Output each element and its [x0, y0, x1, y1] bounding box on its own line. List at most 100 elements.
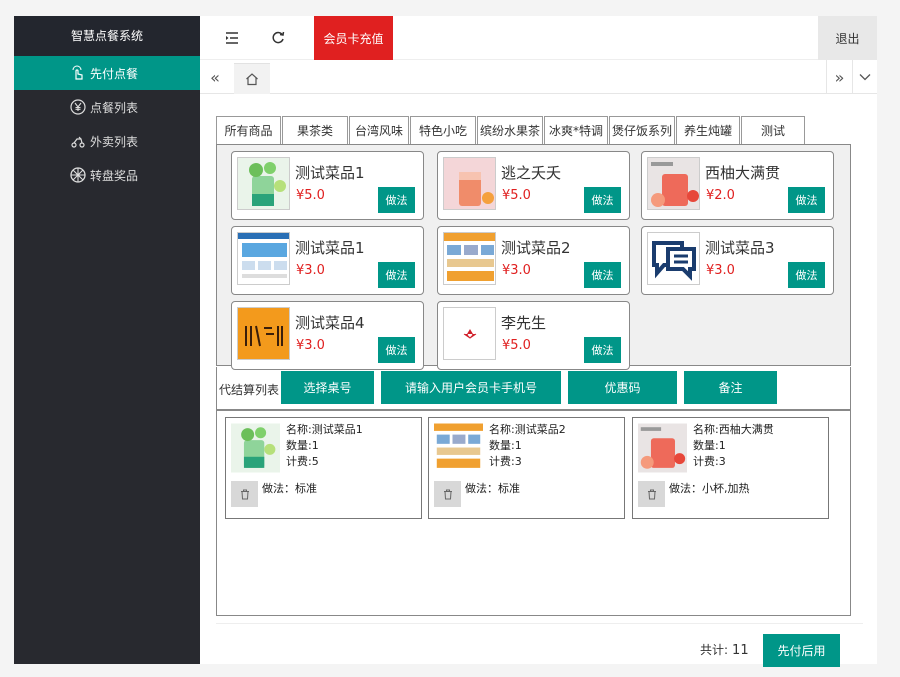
prepay-submit-button[interactable]: 先付后用: [763, 634, 840, 667]
tabs-dropdown-button[interactable]: [852, 60, 877, 94]
hand-tap-icon: [70, 65, 86, 81]
menu-item-card[interactable]: 西柚大满贯 ¥2.0 做法: [641, 151, 834, 220]
sidebar-item-order-list[interactable]: 点餐列表: [14, 90, 200, 124]
dish-name: 测试菜品1: [295, 164, 365, 182]
order-item-name: 名称:测试菜品1: [286, 423, 363, 436]
menu-item-card[interactable]: 逃之夭夭 ¥5.0 做法: [437, 151, 630, 220]
tab-category-iced-special[interactable]: 冰爽*特调: [544, 116, 608, 144]
refresh-button[interactable]: [264, 16, 292, 60]
menu-item-card[interactable]: 测试菜品1 ¥3.0 做法: [231, 226, 424, 295]
dish-image: [647, 157, 700, 210]
footer-divider: [216, 623, 863, 624]
tab-category-stew[interactable]: 养生炖罐: [676, 116, 740, 144]
wheel-icon: [70, 167, 86, 183]
order-total: 共计: 11: [700, 641, 749, 658]
sidebar-item-wheel-prizes[interactable]: 转盘奖品: [14, 158, 200, 192]
order-item-image: [434, 423, 483, 473]
delete-button[interactable]: [434, 481, 461, 507]
tab-category-test[interactable]: 测试: [741, 116, 805, 144]
member-phone-button[interactable]: 请输入用户会员卡手机号: [381, 371, 561, 404]
dish-image: [237, 232, 290, 285]
category-tabs: 所有商品 果茶类 台湾风味 特色小吃 缤纷水果茶 冰爽*特调 煲仔饭系列 养生炖…: [216, 116, 806, 144]
menu-collapse-button[interactable]: [218, 16, 246, 60]
make-button[interactable]: 做法: [584, 187, 621, 213]
make-button[interactable]: 做法: [378, 187, 415, 213]
tab-category-all[interactable]: 所有商品: [216, 116, 281, 144]
order-item-method: 做法：小杯,加热: [669, 482, 750, 495]
order-item-method: 做法：标准: [262, 482, 317, 495]
menu-item-card[interactable]: 测试菜品4 ¥3.0 做法: [231, 301, 424, 370]
make-button[interactable]: 做法: [378, 262, 415, 288]
make-button[interactable]: 做法: [788, 262, 825, 288]
dish-name: 测试菜品3: [705, 239, 775, 257]
delete-button[interactable]: [231, 481, 258, 507]
chevron-down-icon: [859, 74, 871, 81]
tab-category-claypot-rice[interactable]: 煲仔饭系列: [609, 116, 675, 144]
sidebar-item-label: 点餐列表: [90, 100, 139, 115]
make-button[interactable]: 做法: [584, 337, 621, 363]
dish-name: 测试菜品1: [295, 239, 365, 257]
order-item-method: 做法：标准: [465, 482, 520, 495]
tabs-scroll-right-button[interactable]: »: [826, 60, 852, 94]
sidebar: 智慧点餐系统 先付点餐 点餐列表 外卖列表 转盘奖品: [14, 16, 200, 664]
tabs-scroll-left-button[interactable]: «: [200, 60, 230, 94]
indent-icon: [226, 32, 238, 44]
delete-button[interactable]: [638, 481, 665, 507]
sidebar-item-takeout-list[interactable]: 外卖列表: [14, 124, 200, 158]
dish-image: [443, 157, 496, 210]
dish-price: ¥3.0: [296, 338, 325, 353]
order-item-qty: 数量:1: [489, 439, 522, 452]
tab-home[interactable]: [234, 63, 270, 94]
dish-price: ¥5.0: [502, 188, 531, 203]
order-item-fee: 计费:3: [489, 455, 522, 468]
make-button[interactable]: 做法: [788, 187, 825, 213]
dish-image: [237, 307, 290, 360]
dish-image: [443, 307, 496, 360]
sidebar-item-label: 外卖列表: [90, 134, 139, 149]
app-window: 智慧点餐系统 先付点餐 点餐列表 外卖列表 转盘奖品 会员卡充值 退出 « » …: [14, 16, 877, 667]
order-item-name: 名称:西柚大满贯: [693, 423, 774, 436]
note-button[interactable]: 备注: [684, 371, 777, 404]
make-button[interactable]: 做法: [584, 262, 621, 288]
tab-category-fruit-tea-mix[interactable]: 缤纷水果茶: [477, 116, 543, 144]
refresh-icon: [272, 31, 285, 44]
tab-category-taiwan[interactable]: 台湾风味: [349, 116, 409, 144]
total-label: 共计:: [700, 643, 729, 657]
tab-category-fruit-tea[interactable]: 果茶类: [282, 116, 348, 144]
dish-price: ¥5.0: [296, 188, 325, 203]
total-value: 11: [732, 643, 749, 658]
order-item-image: [231, 423, 280, 473]
order-item-qty: 数量:1: [286, 439, 319, 452]
main-content: 所有商品 果茶类 台湾风味 特色小吃 缤纷水果茶 冰爽*特调 煲仔饭系列 养生炖…: [200, 94, 863, 667]
order-item-info: 名称:西柚大满贯 数量:1 计费:3: [693, 422, 774, 470]
tab-category-snacks[interactable]: 特色小吃: [410, 116, 476, 144]
order-item-name: 名称:测试菜品2: [489, 423, 566, 436]
coupon-code-button[interactable]: 优惠码: [568, 371, 677, 404]
trash-icon: [443, 489, 452, 499]
menu-item-card[interactable]: 李先生 ¥5.0 做法: [437, 301, 630, 370]
trash-icon: [647, 489, 656, 499]
make-button[interactable]: 做法: [378, 337, 415, 363]
dish-price: ¥3.0: [502, 263, 531, 278]
double-chevron-left-icon: «: [210, 67, 220, 87]
dish-price: ¥2.0: [706, 188, 735, 203]
menu-item-card[interactable]: 测试菜品2 ¥3.0 做法: [437, 226, 630, 295]
dish-image: [443, 232, 496, 285]
order-item-fee: 计费:5: [286, 455, 319, 468]
select-table-button[interactable]: 选择桌号: [281, 371, 374, 404]
pending-settlement-label: 代结算列表: [219, 383, 280, 397]
menu-item-card[interactable]: 测试菜品1 ¥5.0 做法: [231, 151, 424, 220]
double-chevron-right-icon: »: [834, 67, 845, 87]
dish-name: 西柚大满贯: [705, 164, 781, 182]
member-card-recharge-button[interactable]: 会员卡充值: [314, 16, 393, 60]
logout-button[interactable]: 退出: [818, 16, 877, 60]
dish-name: 李先生: [501, 314, 547, 332]
scooter-icon: [70, 133, 86, 149]
order-item: 名称:测试菜品1 数量:1 计费:5 做法：标准: [225, 417, 422, 519]
order-item-info: 名称:测试菜品1 数量:1 计费:5: [286, 422, 363, 470]
sidebar-item-prepay-order[interactable]: 先付点餐: [14, 56, 200, 90]
brand-title: 智慧点餐系统: [14, 16, 200, 56]
page-tab-bar: « »: [200, 60, 877, 94]
order-item-info: 名称:测试菜品2 数量:1 计费:3: [489, 422, 566, 470]
menu-item-card[interactable]: 测试菜品3 ¥3.0 做法: [641, 226, 834, 295]
